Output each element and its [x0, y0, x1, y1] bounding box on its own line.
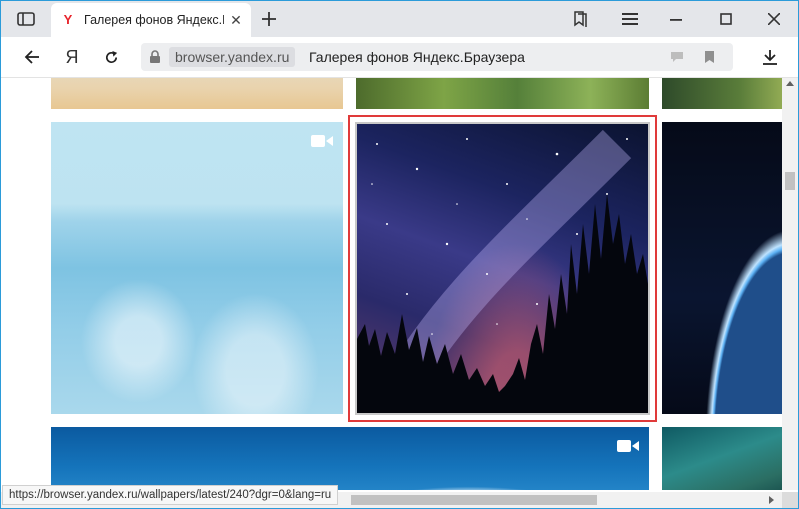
- wallpaper-thumb-grass[interactable]: [356, 78, 649, 109]
- minimize-button[interactable]: [659, 5, 693, 33]
- downloads-button[interactable]: [755, 43, 785, 71]
- vertical-scroll-thumb[interactable]: [785, 172, 795, 190]
- video-icon: [311, 135, 333, 147]
- back-arrow-icon: [24, 50, 39, 64]
- reload-icon: [105, 50, 117, 63]
- wallpaper-thumb-selected-frame[interactable]: [348, 115, 657, 422]
- scroll-up-arrow-icon[interactable]: [786, 81, 794, 86]
- address-page-title: Галерея фонов Яндекс.Браузера: [309, 49, 525, 65]
- wallpaper-thumb-coast[interactable]: [662, 427, 782, 490]
- address-bar[interactable]: browser.yandex.ru Галерея фонов Яндекс.Б…: [141, 43, 733, 71]
- download-icon: [763, 50, 777, 65]
- domain-chip[interactable]: browser.yandex.ru: [169, 47, 296, 67]
- reload-button[interactable]: [96, 43, 126, 71]
- plus-icon: [262, 12, 276, 26]
- vertical-scrollbar[interactable]: [782, 78, 798, 490]
- horizontal-scroll-thumb[interactable]: [351, 495, 597, 505]
- close-icon[interactable]: ✕: [228, 12, 244, 28]
- menu-button[interactable]: [613, 5, 647, 33]
- sidebar-toggle-button[interactable]: [7, 5, 45, 33]
- window-close-icon: [768, 13, 780, 25]
- wallpaper-thumb-starry-night[interactable]: [355, 122, 650, 415]
- tab-bar: Y Галерея фонов Яндекс.Браузера ✕: [1, 1, 798, 37]
- scroll-right-arrow-icon[interactable]: [769, 496, 774, 504]
- maximize-icon: [720, 13, 732, 25]
- wallpaper-thumb-earth[interactable]: [662, 122, 782, 414]
- starry-night-illustration: [357, 129, 648, 413]
- address-toolbar: Я browser.yandex.ru Галерея фонов Яндекс…: [1, 37, 798, 78]
- browser-window: Y Галерея фонов Яндекс.Браузера ✕ Я: [0, 0, 799, 509]
- video-icon: [617, 440, 639, 452]
- wallpaper-thumb-sea[interactable]: [51, 122, 343, 414]
- tab-title: Галерея фонов Яндекс.Браузера: [84, 13, 224, 27]
- scrollbar-corner: [782, 492, 798, 508]
- bookmark-icon[interactable]: [700, 49, 718, 65]
- bookmarks-icon: [574, 11, 587, 27]
- status-link-preview: https://browser.yandex.ru/wallpapers/lat…: [2, 485, 339, 505]
- wallpaper-thumb-wave[interactable]: [51, 427, 649, 490]
- back-button[interactable]: [17, 43, 47, 71]
- bookmarks-button[interactable]: [563, 5, 597, 33]
- minimize-icon: [670, 19, 682, 21]
- new-tab-button[interactable]: [256, 6, 282, 32]
- tab-active[interactable]: Y Галерея фонов Яндекс.Браузера ✕: [51, 3, 251, 37]
- yandex-favicon-icon: Y: [63, 12, 73, 27]
- menu-icon: [622, 13, 638, 25]
- wallpaper-thumb-sand[interactable]: [51, 78, 343, 109]
- sidebar-icon: [17, 12, 35, 26]
- maximize-button[interactable]: [709, 5, 743, 33]
- comment-icon[interactable]: [668, 49, 686, 65]
- yandex-button[interactable]: Я: [57, 43, 87, 71]
- lock-icon: [150, 50, 160, 63]
- wallpaper-thumb-forest[interactable]: [662, 78, 782, 109]
- window-close-button[interactable]: [757, 5, 791, 33]
- wallpaper-gallery: [1, 78, 782, 490]
